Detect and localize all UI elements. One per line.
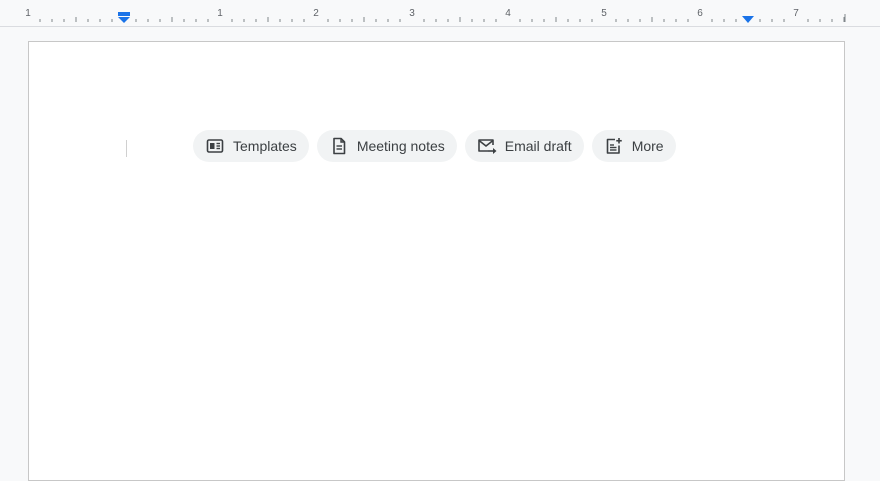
ruler-number: 2 [313,8,319,19]
email-draft-chip-label: Email draft [504,138,572,154]
left-indent-marker[interactable] [117,12,131,24]
email-draft-icon [477,136,497,156]
ruler-number: 4 [505,8,511,19]
smart-chips-bar: Templates Meeting notes Email draft More [193,130,676,162]
more-chip-label: More [631,138,664,154]
more-document-icon [604,136,624,156]
meeting-notes-chip-label: Meeting notes [356,138,445,154]
ruler-number: 5 [601,8,607,19]
email-draft-chip[interactable]: Email draft [464,130,584,162]
templates-chip[interactable]: Templates [193,130,309,162]
templates-chip-label: Templates [233,138,297,154]
meeting-notes-chip[interactable]: Meeting notes [316,130,457,162]
ruler-number: 3 [409,8,415,19]
right-indent-marker[interactable] [741,16,755,26]
ruler-number: 1 [217,8,223,19]
document-page[interactable]: Templates Meeting notes Email draft More [28,41,845,481]
ruler-number: 1 [25,8,31,19]
ruler-number: 7 [793,8,799,19]
ruler-number: 6 [697,8,703,19]
text-cursor [126,140,127,157]
horizontal-ruler[interactable]: 1 1 2 3 4 5 6 7 [0,0,880,27]
more-chip[interactable]: More [591,130,676,162]
document-icon [329,136,349,156]
templates-icon [205,136,225,156]
